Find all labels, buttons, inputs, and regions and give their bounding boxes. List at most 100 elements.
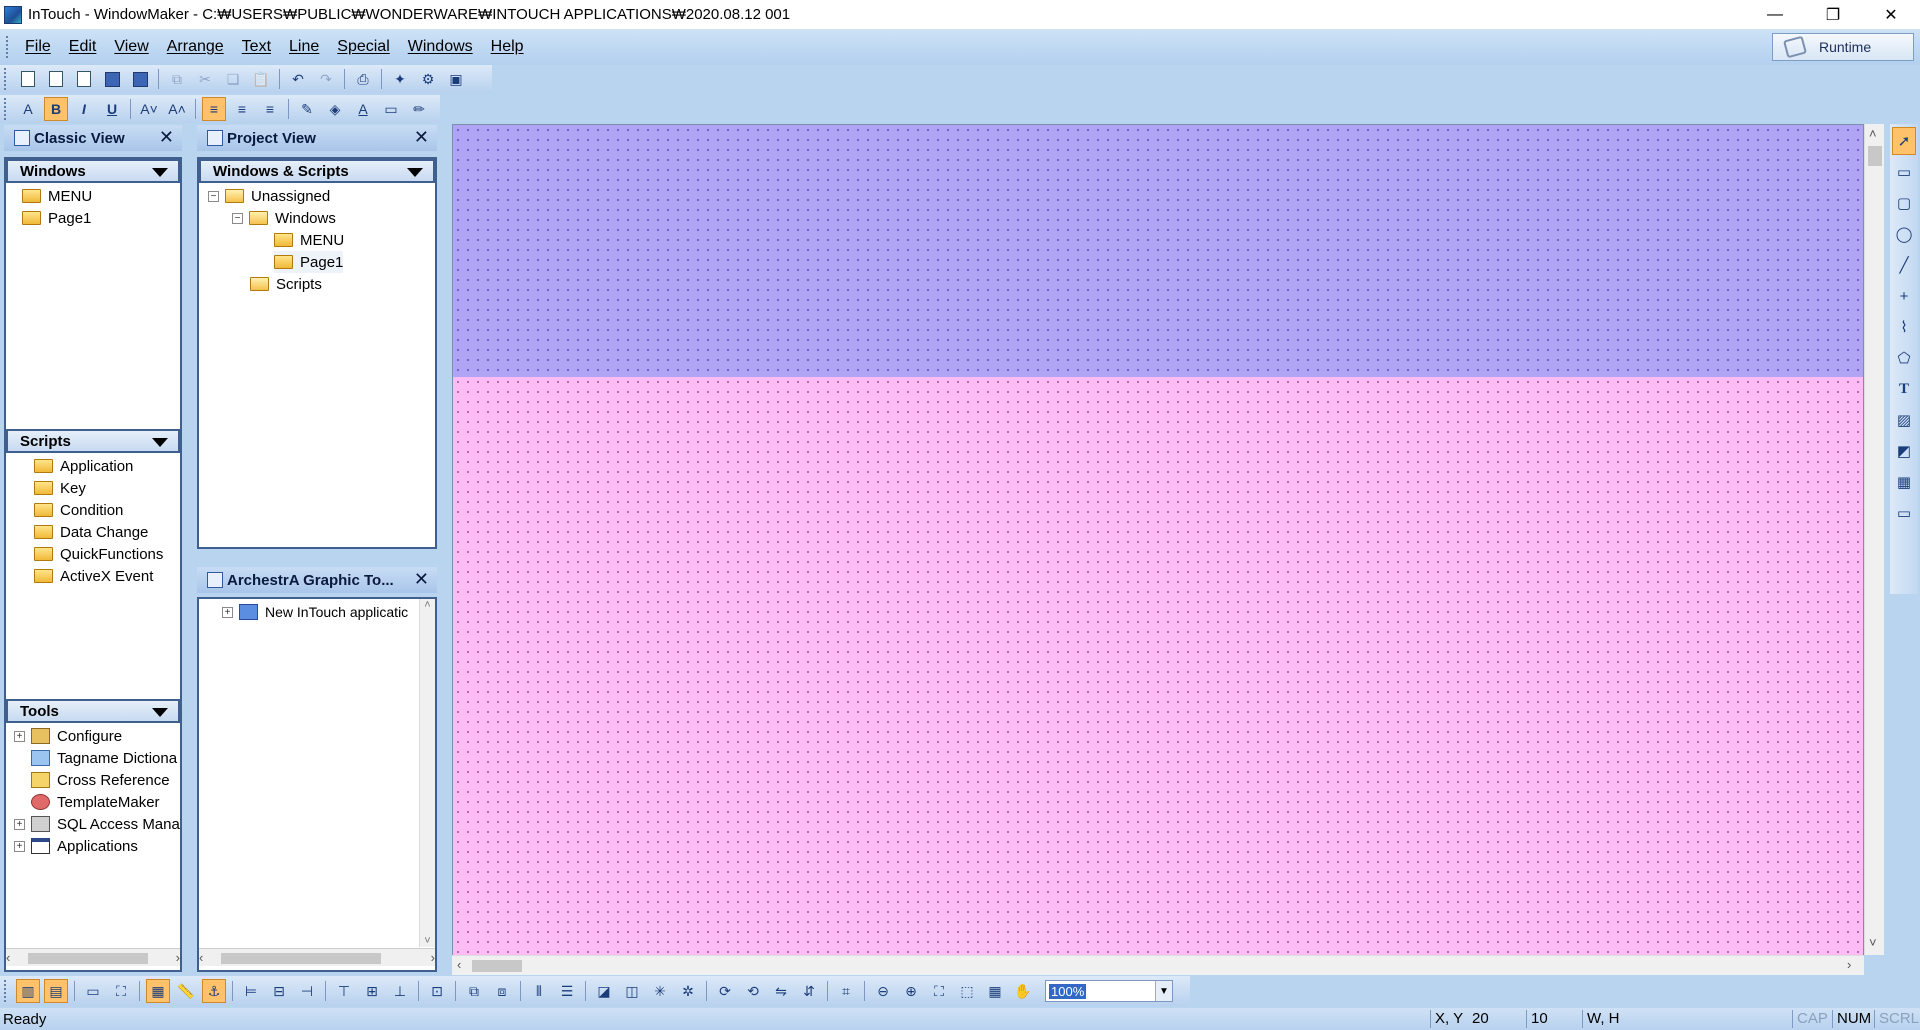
toolbar-grip-icon[interactable]: [4, 980, 8, 1002]
trend-tool-button[interactable]: ◩: [1892, 437, 1916, 465]
italic-button[interactable]: I: [72, 97, 96, 121]
collapse-icon[interactable]: −: [208, 190, 219, 202]
close-window-button[interactable]: [72, 67, 96, 91]
center-button[interactable]: ⊡: [425, 979, 449, 1003]
flip-vertical-button[interactable]: ⇵: [797, 979, 821, 1003]
zoom-window-button[interactable]: ▦: [983, 979, 1007, 1003]
wizard-button[interactable]: ✦: [388, 67, 412, 91]
windows-section-header[interactable]: Windows: [6, 159, 180, 183]
tool-applications[interactable]: + Applications: [14, 835, 138, 857]
chevron-down-icon[interactable]: [152, 168, 168, 177]
scroll-up-icon[interactable]: ˄: [1869, 126, 1877, 141]
text-color-button[interactable]: A: [351, 97, 375, 121]
classic-view-toggle-button[interactable]: ▥: [16, 979, 40, 1003]
toolbar-grip-icon[interactable]: [4, 68, 8, 90]
archestra-hscrollbar[interactable]: ‹ ›: [199, 948, 435, 966]
menu-grip-icon[interactable]: [6, 36, 10, 58]
new-window-button[interactable]: [16, 67, 40, 91]
archestra-root-item[interactable]: + New InTouch applicatic: [222, 601, 408, 623]
align-middle-button[interactable]: ⊞: [360, 979, 384, 1003]
scroll-down-icon[interactable]: ˅: [424, 935, 430, 947]
rectangle-tool-button[interactable]: ▭: [1892, 158, 1916, 186]
align-right-button[interactable]: ≡: [258, 97, 282, 121]
script-condition[interactable]: Condition: [34, 499, 123, 521]
expand-icon[interactable]: +: [222, 606, 233, 618]
space-vertical-button[interactable]: ☰: [555, 979, 579, 1003]
symbol-button[interactable]: ▣: [444, 67, 468, 91]
zoom-fit-button[interactable]: ⛶: [927, 979, 951, 1003]
make-cell-button[interactable]: ✳: [648, 979, 672, 1003]
project-window-menu[interactable]: MENU: [274, 229, 344, 251]
cut-button[interactable]: ✂: [193, 67, 217, 91]
chevron-down-icon[interactable]: [407, 168, 423, 177]
tool-tagname-dictionary[interactable]: Tagname Dictiona: [31, 747, 177, 769]
save-all-button[interactable]: [128, 67, 152, 91]
menu-line[interactable]: Line: [280, 38, 328, 56]
menu-file[interactable]: File: [16, 38, 60, 56]
fit-screen-button[interactable]: ⛶: [109, 979, 133, 1003]
undo-button[interactable]: ↶: [286, 67, 310, 91]
tool-cross-reference[interactable]: Cross Reference: [31, 769, 170, 791]
open-window-button[interactable]: [44, 67, 68, 91]
canvas-hscrollbar[interactable]: ‹ ›: [452, 955, 1864, 975]
full-screen-button[interactable]: ▭: [81, 979, 105, 1003]
line-tool-button[interactable]: ╱: [1892, 251, 1916, 279]
classic-window-menu[interactable]: MENU: [22, 185, 92, 207]
scroll-down-icon[interactable]: ˅: [1869, 935, 1877, 950]
scroll-thumb[interactable]: [472, 960, 522, 972]
scroll-thumb[interactable]: [28, 953, 148, 964]
scroll-right-icon[interactable]: ›: [176, 950, 180, 965]
duplicate-button[interactable]: ⧉: [165, 67, 189, 91]
underline-button[interactable]: U: [100, 97, 124, 121]
align-top-button[interactable]: ⊤: [332, 979, 356, 1003]
scroll-up-icon[interactable]: ˄: [424, 599, 430, 611]
print-button[interactable]: ⎙: [351, 67, 375, 91]
collapse-icon[interactable]: −: [232, 212, 243, 224]
save-button[interactable]: [100, 67, 124, 91]
align-bottom-button[interactable]: ⊥: [388, 979, 412, 1003]
rotate-cw-button[interactable]: ⟳: [713, 979, 737, 1003]
project-scripts-folder[interactable]: Scripts: [250, 273, 322, 295]
zoom-in-button[interactable]: ⊕: [899, 979, 923, 1003]
page1-window-area[interactable]: [453, 377, 1863, 956]
restore-button[interactable]: ❐: [1804, 0, 1862, 29]
highlight-color-button[interactable]: ✏: [407, 97, 431, 121]
align-left-button[interactable]: ≡: [202, 97, 226, 121]
align-left-button[interactable]: ⊨: [239, 979, 263, 1003]
space-horizontal-button[interactable]: ⫴: [527, 979, 551, 1003]
zoom-selection-button[interactable]: ⬚: [955, 979, 979, 1003]
script-quickfunctions[interactable]: QuickFunctions: [34, 543, 163, 565]
align-right-button[interactable]: ⊣: [295, 979, 319, 1003]
pan-button[interactable]: ✋: [1011, 979, 1035, 1003]
paste-button[interactable]: 📋: [249, 67, 273, 91]
polyline-tool-button[interactable]: ⌇: [1892, 313, 1916, 341]
align-center-button[interactable]: ≡: [230, 97, 254, 121]
ellipse-tool-button[interactable]: ◯: [1892, 220, 1916, 248]
send-to-back-button[interactable]: ⧈: [490, 979, 514, 1003]
menu-edit[interactable]: Edit: [60, 38, 106, 56]
toolbar-grip-icon[interactable]: [4, 98, 8, 120]
reduce-font-button[interactable]: A˅: [137, 97, 161, 121]
text-tool-button[interactable]: T: [1892, 375, 1916, 403]
minimize-button[interactable]: —: [1746, 0, 1804, 29]
canvas-vscrollbar[interactable]: ˄ ˅: [1864, 124, 1884, 955]
tools-section-header[interactable]: Tools: [6, 699, 180, 723]
expand-icon[interactable]: +: [14, 730, 25, 742]
project-view-toggle-button[interactable]: ▤: [44, 979, 68, 1003]
script-key[interactable]: Key: [34, 477, 86, 499]
flip-horizontal-button[interactable]: ⇋: [769, 979, 793, 1003]
align-center-button[interactable]: ⊟: [267, 979, 291, 1003]
expand-icon[interactable]: +: [14, 840, 25, 852]
expand-icon[interactable]: +: [14, 818, 25, 830]
tool-configure[interactable]: + Configure: [14, 725, 122, 747]
scroll-left-icon[interactable]: ‹: [6, 950, 10, 965]
fill-color-button[interactable]: ◈: [323, 97, 347, 121]
project-windows-folder[interactable]: − Windows: [232, 207, 336, 229]
menu-text[interactable]: Text: [233, 38, 280, 56]
runtime-button[interactable]: Runtime: [1772, 33, 1914, 61]
tool-templatemaker[interactable]: TemplateMaker: [31, 791, 160, 813]
chevron-down-icon[interactable]: [152, 708, 168, 717]
script-activex-event[interactable]: ActiveX Event: [34, 565, 153, 587]
scroll-right-icon[interactable]: ›: [431, 950, 435, 965]
project-unassigned[interactable]: − Unassigned: [208, 185, 330, 207]
